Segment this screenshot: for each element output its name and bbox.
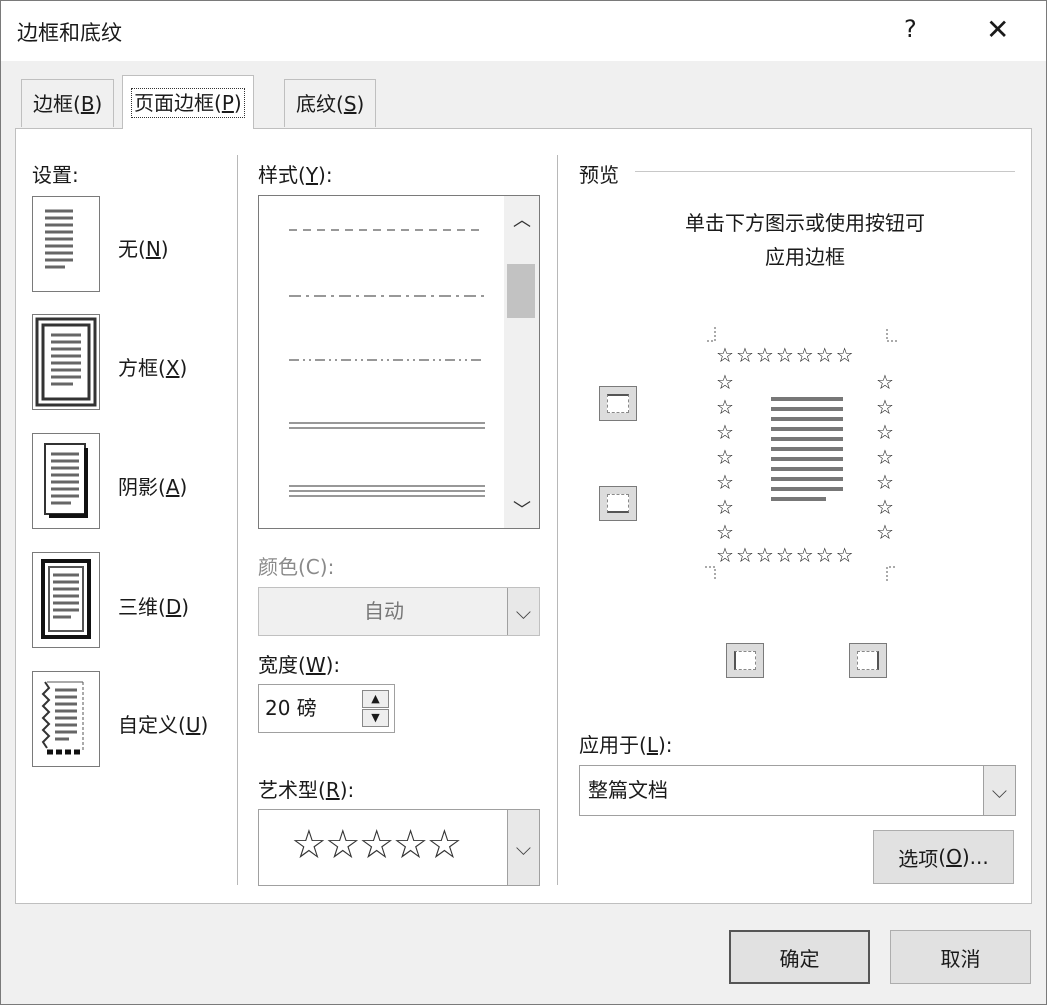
borders-shading-dialog: 边框和底纹 ? ✕ 边框(B) 页面边框(P) 底纹(S) 设置: 无(N) 方…: [0, 0, 1047, 1005]
preview-star-col-right: ☆ ☆ ☆ ☆ ☆ ☆ ☆: [876, 370, 894, 544]
bottom-border-toggle[interactable]: [599, 486, 637, 521]
setting-none-icon[interactable]: [32, 196, 100, 292]
scroll-thumb[interactable]: [507, 264, 535, 318]
style-heading: 样式(Y):: [258, 163, 333, 187]
setting-3d-icon[interactable]: [32, 552, 100, 648]
style-listbox[interactable]: [258, 195, 540, 529]
apply-to-heading: 应用于(L):: [579, 733, 673, 757]
divider-right: [557, 155, 558, 885]
chevron-down-icon[interactable]: ﹀: [513, 496, 531, 522]
divider-left: [237, 155, 238, 885]
color-label: 颜色(C):: [258, 555, 335, 579]
setting-3d-label[interactable]: 三维(D): [118, 591, 189, 620]
width-value[interactable]: 20 磅: [265, 685, 317, 732]
setting-shadow-icon[interactable]: [32, 433, 100, 529]
right-border-toggle[interactable]: [849, 643, 887, 678]
setting-box-label[interactable]: 方框(X): [118, 352, 187, 381]
top-border-toggle[interactable]: [599, 386, 637, 421]
art-value: ☆☆☆☆☆: [291, 822, 462, 868]
options-button[interactable]: 选项(O)...: [873, 830, 1014, 884]
chevron-down-icon[interactable]: ⌵: [507, 588, 539, 635]
settings-heading: 设置:: [32, 163, 79, 187]
setting-custom-icon[interactable]: [32, 671, 100, 767]
art-heading: 艺术型(R):: [258, 778, 355, 802]
preview-hint: 单击下方图示或使用按钮可 应用边框: [685, 211, 925, 269]
spin-up-icon[interactable]: ▲: [362, 690, 389, 708]
width-spinbox[interactable]: 20 磅 ▲ ▼: [258, 684, 395, 733]
preview-star-row-top: ☆☆☆☆☆☆☆: [716, 343, 856, 367]
spin-down-icon[interactable]: ▼: [362, 709, 389, 727]
setting-box-icon[interactable]: [32, 314, 100, 410]
setting-none-label[interactable]: 无(N): [118, 233, 169, 262]
chevron-up-icon[interactable]: ︿: [513, 206, 531, 232]
close-icon[interactable]: ✕: [986, 13, 1009, 46]
preview-star-border: ☆☆☆☆☆☆☆ ☆☆☆☆☆☆☆ ☆ ☆ ☆ ☆ ☆ ☆ ☆ ☆ ☆ ☆ ☆ ☆ ☆ ☆: [716, 345, 896, 567]
cancel-button[interactable]: 取消: [890, 930, 1031, 984]
chevron-down-icon[interactable]: ⌵: [983, 766, 1015, 815]
style-scrollbar[interactable]: ︿ ﹀: [504, 196, 539, 528]
color-select[interactable]: 自动 ⌵: [258, 587, 540, 636]
title-bar: 边框和底纹 ? ✕: [1, 1, 1046, 61]
chevron-down-icon[interactable]: ⌵: [507, 810, 539, 885]
width-heading: 宽度(W):: [258, 653, 341, 677]
tab-page-border[interactable]: 页面边框(P): [122, 75, 254, 129]
apply-to-select[interactable]: 整篇文档 ⌵: [579, 765, 1016, 816]
color-value: 自动: [364, 599, 404, 623]
help-icon[interactable]: ?: [904, 15, 917, 43]
preview-star-row-bottom: ☆☆☆☆☆☆☆: [716, 543, 856, 567]
tab-shading[interactable]: 底纹(S): [284, 79, 377, 127]
setting-custom-label[interactable]: 自定义(U): [118, 709, 208, 738]
preview-star-col-left: ☆ ☆ ☆ ☆ ☆ ☆ ☆: [716, 370, 734, 544]
apply-to-value: 整篇文档: [588, 778, 668, 802]
art-select[interactable]: ☆☆☆☆☆ ⌵: [258, 809, 540, 886]
setting-shadow-label[interactable]: 阴影(A): [118, 471, 187, 500]
preview-heading: 预览: [579, 163, 619, 187]
preview-heading-line: [635, 171, 1015, 172]
window-title: 边框和底纹: [17, 21, 122, 45]
left-border-toggle[interactable]: [726, 643, 764, 678]
tab-borders[interactable]: 边框(B): [21, 79, 115, 127]
ok-button[interactable]: 确定: [729, 930, 870, 984]
